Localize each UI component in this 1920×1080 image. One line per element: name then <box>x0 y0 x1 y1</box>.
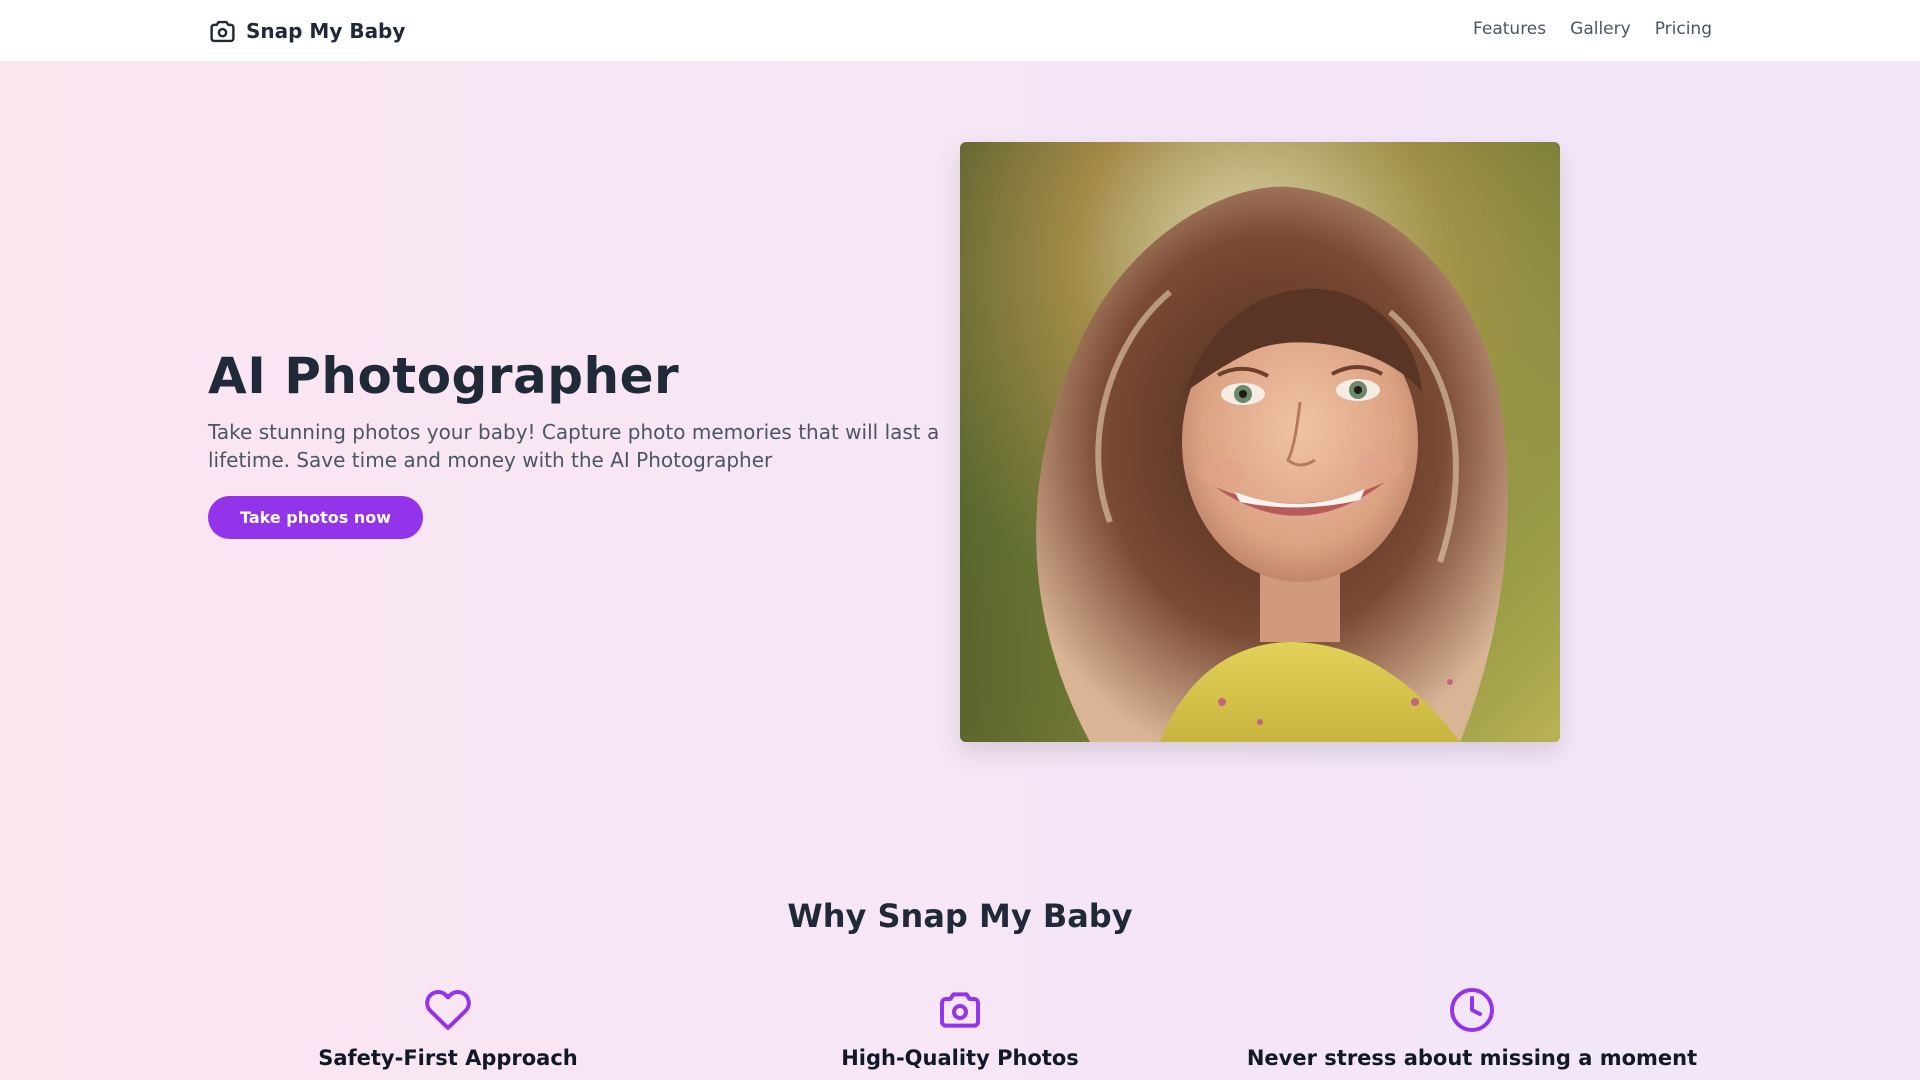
nav-link-gallery[interactable]: Gallery <box>1570 19 1631 39</box>
nav-link-features[interactable]: Features <box>1473 19 1546 39</box>
feature-title: Never stress about missing a moment <box>1246 1046 1698 1070</box>
nav-links: Features Gallery Pricing <box>1473 19 1712 39</box>
features-section-title: Why Snap My Baby <box>787 897 1133 935</box>
nav-link-pricing[interactable]: Pricing <box>1655 19 1712 39</box>
top-navbar: Snap My Baby Features Gallery Pricing <box>0 0 1920 62</box>
hero-title: AI Photographer <box>208 347 680 405</box>
brand-name: Snap My Baby <box>246 19 406 43</box>
feature-never-miss: Never stress about missing a moment <box>1212 986 1732 1070</box>
heart-icon <box>425 989 471 1030</box>
feature-quality: High-Quality Photos <box>700 986 1220 1070</box>
take-photos-button[interactable]: Take photos now <box>208 496 423 539</box>
brand-logo-link[interactable]: Snap My Baby <box>208 17 405 45</box>
clock-icon <box>1450 988 1494 1032</box>
feature-title: High-Quality Photos <box>841 1046 1079 1070</box>
feature-title: Safety-First Approach <box>318 1046 578 1070</box>
hero-subtitle: Take stunning photos your baby! Capture … <box>208 420 940 472</box>
camera-icon <box>940 992 980 1028</box>
feature-safety: Safety-First Approach <box>188 986 708 1070</box>
camera-icon <box>210 20 235 42</box>
child-portrait-image <box>960 142 1560 742</box>
hero-photo <box>960 142 1560 742</box>
